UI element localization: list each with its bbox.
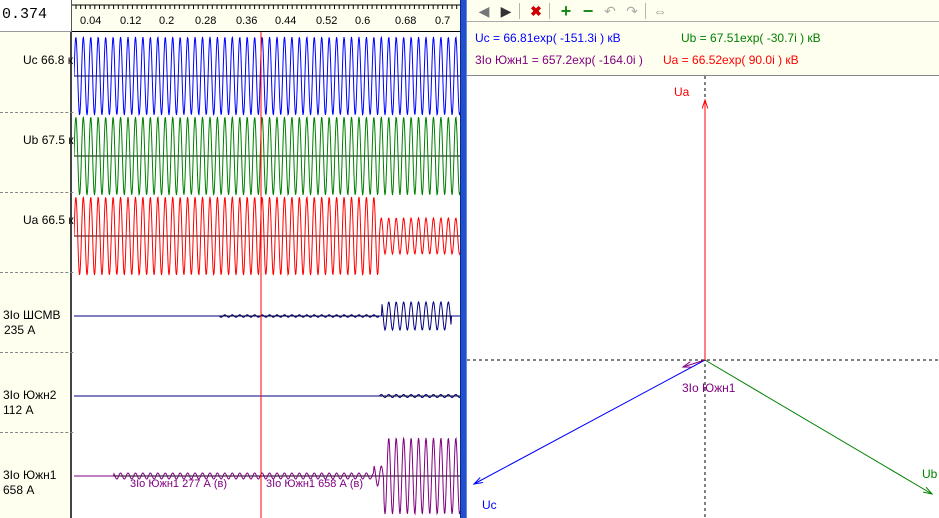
channel-name: 3Io Южн1 [3,468,57,482]
channel-value: 112 А [3,403,34,417]
ruler-tick-label: 0.6 [355,15,370,27]
phasor-value-uc: Uc = 66.81exp( -151.3i ) кВ [475,31,621,45]
phasor-ub [704,359,933,495]
cursor-time-value: 0.374 [2,6,48,23]
ruler-tick-label: 0.12 [120,15,141,27]
ruler-tick-label: 0.7 [435,15,450,27]
channel-label-3io-yuzhn1[interactable]: 3Io Южн1 658 А [3,438,56,518]
vector-diagram[interactable]: Ua Ub Uc 3Io Южн1 [467,76,939,518]
waveform-area[interactable]: 3Io Южн1 277 А (в) 3Io Южн1 658 А (в) [74,32,460,518]
phasor-uc-head [472,477,483,485]
waveform-3io-shsmv [74,300,460,332]
phasor-value-ub: Ub = 67.51exp( -30.7i ) кВ [681,31,821,45]
vector-label-uc: Uc [482,498,497,512]
remove-icon[interactable]: − [579,2,597,20]
toolbar-separator [645,3,646,19]
ruler-tick-label: 0.44 [275,15,296,27]
cursor-time-display: 0.374 [0,0,72,32]
ruler-tick-label: 0.28 [195,15,216,27]
ruler-tick-label: 0.68 [395,15,416,27]
channel-name: Ub [23,133,39,147]
waveform-3io-yuzhn2 [74,393,460,399]
ruler-tick-label: 0.52 [316,15,337,27]
channel-name: 3Io Южн2 [3,388,57,402]
delete-icon[interactable]: ✖ [527,2,545,20]
channel-name: 3Io ШСМВ [3,308,61,322]
vector-toolbar: ◀ ▶ ✖ + − ↶ ↷ ⇔ [467,0,939,22]
ruler-tick-label: 0.04 [80,15,101,27]
vector-label-ub: Ub [922,467,938,481]
vector-label-ua: Ua [674,85,690,99]
channel-label-column: Uc 66.8 кВ Ub 67.5 кВ Ua 66.5 кВ 3Io ШСМ… [0,32,82,518]
swap-icon[interactable]: ⇔ [651,2,669,20]
undo-icon[interactable]: ↶ [601,2,619,20]
channel-name: Ua [23,213,39,227]
channel-value: 658 А [3,483,35,497]
time-ruler-scale: 0.04 0.12 0.2 0.28 0.36 0.44 0.52 0.6 0.68 0.7 [72,4,460,27]
toolbar-separator [519,3,520,19]
time-ruler[interactable]: 0.04 0.12 0.2 0.28 0.36 0.44 0.52 0.6 0.68 0.7 [72,0,460,32]
phasor-ub-head [923,486,934,495]
redo-icon[interactable]: ↷ [623,2,641,20]
prev-icon[interactable]: ◀ [475,2,493,20]
channel-label-3io-shsmv[interactable]: 3Io ШСМВ 235 А [3,278,61,368]
annotation-3io-yuzhn1-right: 3Io Южн1 658 А (в) [266,478,363,490]
waveform-canvas: 3Io Южн1 277 А (в) 3Io Южн1 658 А (в) [74,32,460,518]
phasor-value-3io-yuzhn1: 3Io Южн1 = 657.2exp( -164.0i ) [475,53,643,67]
phasor-uc [473,359,706,485]
channel-label-uc[interactable]: Uc 66.8 кВ [3,38,81,83]
channel-label-ua[interactable]: Ua 66.5 кВ [3,198,82,243]
ruler-tick-label: 0.2 [159,15,174,27]
vector-label-3io-yuzhn1: 3Io Южн1 [682,381,736,395]
oscillogram-window: 0.374 0.04 0.12 0.2 0.28 0.36 0.44 0.52 0.6 0.68… [0,0,939,518]
channel-label-3io-yuzhn2[interactable]: 3Io Южн2 112 А [3,358,56,448]
channel-name: Uc [23,53,38,67]
vector-diagram-canvas [467,76,939,518]
ruler-tick-label: 0.36 [236,15,257,27]
annotation-3io-yuzhn1-left: 3Io Южн1 277 А (в) [130,478,227,490]
toolbar-separator [549,3,550,19]
channel-value: 235 А [4,323,36,337]
add-icon[interactable]: + [557,2,575,20]
next-icon[interactable]: ▶ [497,2,515,20]
phasor-values-panel: Uc = 66.81exp( -151.3i ) кВ Ub = 67.51ex… [467,22,939,76]
channel-label-ub[interactable]: Ub 67.5 кВ [3,118,82,163]
phasor-value-ua: Ua = 66.52exp( 90.0i ) кВ [663,53,799,67]
pane-splitter[interactable] [460,0,467,518]
